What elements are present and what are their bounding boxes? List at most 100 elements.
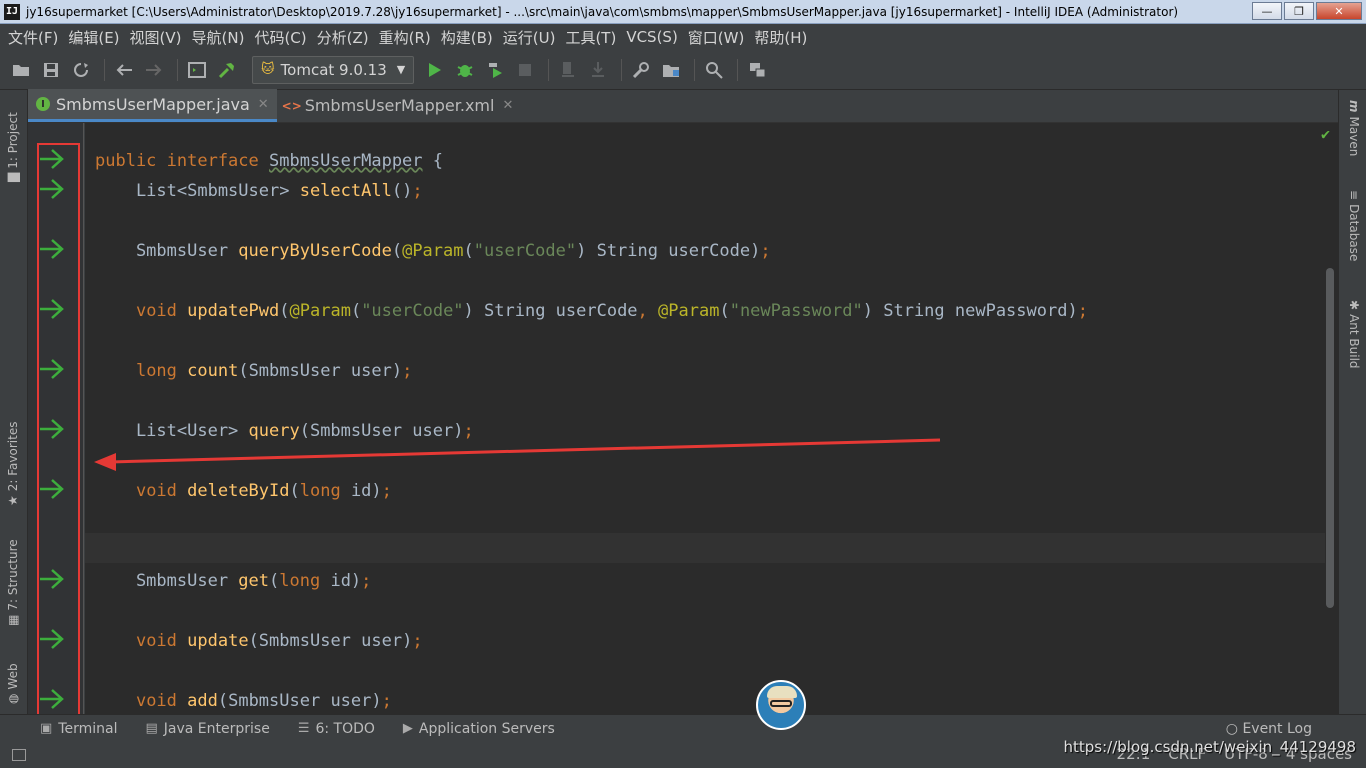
back-arrow-icon[interactable] [111,57,137,83]
implemented-arrow-icon[interactable] [38,177,66,201]
implemented-arrow-icon[interactable] [38,237,66,261]
folder-icon: ▇ [6,172,20,182]
toolbar-divider [737,58,739,81]
vcs-commit-icon[interactable] [585,57,611,83]
sync-icon[interactable] [68,57,94,83]
presentation-assistant-icon[interactable] [744,57,770,83]
build-hammer-icon[interactable] [214,57,240,83]
ant-icon: ✱ [1347,300,1361,311]
menu-build[interactable]: 构建(B) [437,27,497,48]
menu-refactor[interactable]: 重构(R) [375,27,435,48]
close-button[interactable]: ✕ [1316,2,1362,20]
menu-tools[interactable]: 工具(T) [561,27,620,48]
toolbar-divider [548,58,550,81]
menu-bar: 文件(F) 编辑(E) 视图(V) 导航(N) 代码(C) 分析(Z) 重构(R… [0,24,1366,50]
java-enterprise-tool-button[interactable]: ▤ Java Enterprise [145,721,269,737]
tab-label: SmbmsUserMapper.java [56,94,250,114]
forward-arrow-icon[interactable] [141,57,167,83]
menu-window[interactable]: 窗口(W) [684,27,749,48]
settings-wrench-icon[interactable] [628,57,654,83]
current-line-highlight [85,533,1325,563]
menu-edit[interactable]: 编辑(E) [64,27,123,48]
todo-icon: ☰ [297,721,310,736]
maven-tool-tab[interactable]: m Maven [1347,100,1361,156]
menu-run[interactable]: 运行(U) [499,27,560,48]
toolbar-divider [104,58,105,81]
app-servers-icon: ▶ [402,721,413,736]
window-controls: — ❐ ✕ [1252,2,1362,20]
code-editor[interactable]: ✔ public interface SmbmsUserMapper { Lis… [85,123,1338,714]
code-line: SmbmsUser queryByUserCode(@Param("userCo… [95,241,771,261]
maven-tool-label: Maven [1347,116,1361,157]
terminal-icon: ▣ [40,721,53,736]
tab-smbmsusermapper-xml[interactable]: <> SmbmsUserMapper.xml ✕ [277,89,522,122]
vcs-update-icon[interactable] [555,57,581,83]
run-window-icon[interactable] [184,57,210,83]
tomcat-icon: 🐱 [261,62,275,77]
tab-label: SmbmsUserMapper.xml [304,96,495,115]
structure-tool-label: 7: Structure [6,539,20,611]
code-line: List<User> query(SmbmsUser user); [95,421,474,441]
database-tool-tab[interactable]: ≡ Database [1347,190,1361,261]
search-icon[interactable] [701,57,727,83]
run-configuration-select[interactable]: 🐱 Tomcat 9.0.13 ▼ [252,55,415,84]
toolbar-divider [177,58,178,81]
menu-analyze[interactable]: 分析(Z) [313,27,373,48]
implemented-arrow-icon[interactable] [38,297,66,321]
terminal-tool-button[interactable]: ▣ Terminal [40,721,117,737]
maximize-button[interactable]: ❐ [1284,2,1314,20]
implemented-arrow-icon[interactable] [38,357,66,381]
intellij-logo-icon: IJ [4,3,20,20]
star-icon: ★ [6,495,20,506]
implemented-arrow-icon[interactable] [38,687,66,711]
stop-icon[interactable] [512,57,538,83]
code-line: public interface SmbmsUserMapper { [95,151,444,171]
code-line: long count(SmbmsUser user); [135,361,413,381]
project-structure-icon[interactable] [658,57,684,83]
ant-build-tool-tab[interactable]: ✱ Ant Build [1347,300,1361,369]
menu-help[interactable]: 帮助(H) [750,27,811,48]
implemented-arrow-icon[interactable] [38,567,66,591]
open-folder-icon[interactable] [8,57,34,83]
implemented-arrow-icon[interactable] [38,147,66,171]
close-icon[interactable]: ✕ [502,98,513,113]
chevron-down-icon: ▼ [396,63,406,76]
close-icon[interactable]: ✕ [258,97,269,112]
tool-windows-toggle-icon[interactable] [12,749,26,761]
todo-tool-button[interactable]: ☰ 6: TODO [298,721,375,737]
editor-scrollbar[interactable] [1326,268,1334,608]
database-tool-label: Database [1347,204,1361,262]
avatar [756,680,806,730]
project-tool-tab[interactable]: ▇ 1: Project [6,112,20,182]
menu-code[interactable]: 代码(C) [250,27,310,48]
menu-vcs[interactable]: VCS(S) [622,28,681,46]
java-enterprise-icon: ▤ [145,721,158,736]
implemented-arrow-icon[interactable] [38,417,66,441]
globe-icon: ◍ [6,693,20,704]
event-log-button[interactable]: ○ Event Log [1226,721,1312,737]
favorites-tool-label: 2: Favorites [6,421,20,492]
menu-navigate[interactable]: 导航(N) [188,27,249,48]
tab-smbmsusermapper-java[interactable]: I SmbmsUserMapper.java ✕ [28,89,277,122]
web-tool-tab[interactable]: ◍ Web [6,663,20,704]
maven-icon: m [1347,100,1361,113]
structure-tool-tab[interactable]: ▦ 7: Structure [6,539,20,626]
coverage-icon[interactable] [482,57,508,83]
menu-file[interactable]: 文件(F) [4,27,62,48]
inspection-ok-icon[interactable]: ✔ [1321,125,1330,143]
minimize-button[interactable]: — [1252,2,1282,20]
implemented-arrow-icon[interactable] [38,477,66,501]
implemented-arrow-icon[interactable] [38,627,66,651]
favorites-tool-tab[interactable]: ★ 2: Favorites [6,422,20,506]
speech-bubble-icon: ○ [1225,721,1238,737]
menu-view[interactable]: 视图(V) [126,27,186,48]
toolbar-divider [621,58,623,81]
code-line: void update(SmbmsUser user); [135,631,423,651]
save-all-icon[interactable] [38,57,64,83]
run-icon[interactable] [422,57,448,83]
run-configuration-label: Tomcat 9.0.13 [280,60,387,79]
title-bar: IJ jy16supermarket [C:\Users\Administrat… [0,0,1366,24]
code-line: void add(SmbmsUser user); [135,691,392,711]
debug-bug-icon[interactable] [452,57,478,83]
application-servers-tool-button[interactable]: ▶ Application Servers [403,721,555,737]
